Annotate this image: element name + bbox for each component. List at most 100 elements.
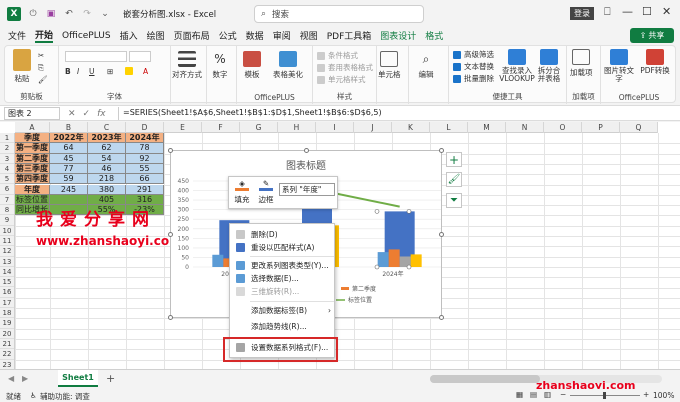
x-tick-label[interactable]: 2024年: [382, 270, 403, 278]
outline-button[interactable]: ✎ 边框: [255, 179, 277, 205]
y-tick-label[interactable]: 50: [181, 254, 189, 261]
row-header[interactable]: 17: [0, 298, 14, 309]
underline-icon[interactable]: U: [89, 67, 95, 76]
table-cell[interactable]: 59: [50, 174, 88, 185]
row-header[interactable]: 18: [0, 308, 14, 319]
add-sheet-button[interactable]: +: [106, 372, 115, 385]
table-beautify-button[interactable]: 表格美化: [273, 51, 303, 80]
column-header[interactable]: C: [88, 122, 126, 133]
column-header[interactable]: P: [582, 122, 620, 133]
row-header[interactable]: 6: [0, 184, 14, 195]
autosave-icon[interactable]: ⏻: [27, 8, 39, 20]
formula-input[interactable]: =SERIES(Sheet1!$A$6,Sheet1!$B$1:$D$1,She…: [118, 107, 674, 120]
table-cell[interactable]: 55: [126, 163, 164, 175]
template-button[interactable]: 模板: [243, 51, 261, 80]
tab-format[interactable]: 格式: [425, 29, 443, 42]
vlookup-button[interactable]: 查找录入 VLOOKUP: [499, 49, 535, 83]
maximize-icon[interactable]: ☐: [642, 5, 652, 18]
y-tick-label[interactable]: 400: [178, 188, 190, 195]
series-selection-handle[interactable]: [374, 264, 380, 270]
fill-button[interactable]: ◈ 填充: [231, 179, 253, 205]
bar-quarter[interactable]: [388, 249, 400, 267]
table-cell[interactable]: 64: [50, 143, 88, 154]
table-cell[interactable]: 第三季度: [15, 163, 50, 175]
row-header[interactable]: 9: [0, 215, 14, 226]
column-header[interactable]: N: [506, 122, 544, 133]
table-cell[interactable]: 78: [126, 143, 164, 154]
undo-icon[interactable]: ↶: [63, 8, 75, 20]
tab-insert[interactable]: 插入: [120, 29, 138, 42]
column-header[interactable]: F: [202, 122, 240, 133]
number-button[interactable]: % 数字: [211, 51, 229, 80]
series-selection-handle[interactable]: [406, 209, 412, 214]
tab-pdf-tools[interactable]: PDF工具箱: [327, 29, 372, 42]
tab-view[interactable]: 视图: [300, 29, 318, 42]
ctx-add-trendline[interactable]: 添加趋势线(R)...: [230, 320, 336, 333]
save-icon[interactable]: ▣: [45, 8, 57, 20]
ctx-change-chart-type[interactable]: 更改系列图表类型(Y)...: [230, 259, 336, 272]
y-tick-label[interactable]: 250: [178, 216, 190, 223]
tab-data[interactable]: 数据: [246, 29, 264, 42]
cell-styles-button[interactable]: 单元格样式: [317, 74, 366, 85]
legend-label[interactable]: 第二季度: [352, 285, 376, 293]
chart-filters-button[interactable]: ⏷: [446, 193, 462, 208]
fx-icon[interactable]: fx: [97, 109, 106, 119]
pdf-convert-button[interactable]: PDF转换: [639, 49, 671, 75]
borders-icon[interactable]: ⊞: [107, 67, 113, 76]
format-painter-icon[interactable]: 🖌: [38, 75, 48, 84]
next-sheet-icon[interactable]: ▶: [22, 374, 28, 383]
chart-resize-handle[interactable]: [168, 148, 173, 153]
table-cell[interactable]: 316: [126, 194, 164, 206]
zoom-level[interactable]: 100%: [653, 391, 674, 400]
minimize-icon[interactable]: —: [622, 5, 633, 18]
table-cell[interactable]: 405: [88, 194, 126, 206]
row-header[interactable]: 1: [0, 133, 14, 144]
column-header[interactable]: E: [164, 122, 202, 133]
row-header[interactable]: 10: [0, 226, 14, 236]
ctx-add-data-labels[interactable]: 添加数据标签(B) ›: [230, 304, 336, 317]
y-tick-label[interactable]: 150: [178, 235, 190, 242]
ctx-delete[interactable]: 删除(D): [230, 228, 336, 241]
column-header[interactable]: O: [544, 122, 582, 133]
copy-icon[interactable]: ⎘: [38, 63, 44, 73]
advanced-filter-button[interactable]: 高级筛选: [453, 49, 494, 60]
chart-resize-handle[interactable]: [168, 315, 173, 320]
row-header[interactable]: 3: [0, 154, 14, 164]
y-tick-label[interactable]: 350: [178, 197, 190, 204]
font-size-select[interactable]: [129, 51, 151, 62]
column-header[interactable]: M: [468, 122, 506, 133]
bar-quarter[interactable]: [410, 254, 422, 267]
column-header[interactable]: H: [278, 122, 316, 133]
table-cell[interactable]: [50, 194, 88, 206]
column-header[interactable]: L: [430, 122, 468, 133]
table-cell[interactable]: 380: [88, 184, 126, 195]
column-header[interactable]: K: [392, 122, 430, 133]
table-header-cell[interactable]: 2024年: [126, 133, 164, 144]
alignment-button[interactable]: 对齐方式: [172, 51, 202, 80]
row-header[interactable]: 22: [0, 349, 14, 360]
table-cell[interactable]: 第四季度: [15, 174, 50, 185]
table-cell[interactable]: 年度: [15, 184, 50, 195]
image-to-text-button[interactable]: 图片转文字: [603, 49, 635, 83]
y-tick-label[interactable]: 100: [178, 245, 190, 252]
cells-button[interactable]: 单元格: [378, 51, 401, 80]
table-cell[interactable]: 第二季度: [15, 153, 50, 164]
table-cell[interactable]: 77: [50, 163, 88, 175]
table-header-cell[interactable]: 季度: [15, 133, 50, 144]
table-cell[interactable]: 45: [50, 153, 88, 164]
column-header[interactable]: B: [50, 122, 88, 133]
tab-formulas[interactable]: 公式: [219, 29, 237, 42]
row-header[interactable]: 16: [0, 287, 14, 298]
column-header[interactable]: I: [316, 122, 354, 133]
addins-button[interactable]: 加载项: [570, 49, 593, 78]
row-header[interactable]: 7: [0, 195, 14, 206]
editing-button[interactable]: ⌕ 编辑: [417, 51, 435, 80]
chart-resize-handle[interactable]: [439, 315, 444, 320]
series-select[interactable]: 系列 "年度": [279, 183, 335, 196]
chart-styles-button[interactable]: 🖌: [446, 172, 462, 187]
chart-resize-handle[interactable]: [168, 232, 173, 237]
close-icon[interactable]: ✕: [662, 5, 671, 18]
row-header[interactable]: 12: [0, 246, 14, 257]
tab-chart-design[interactable]: 图表设计: [380, 29, 416, 42]
table-cell[interactable]: 54: [88, 153, 126, 164]
